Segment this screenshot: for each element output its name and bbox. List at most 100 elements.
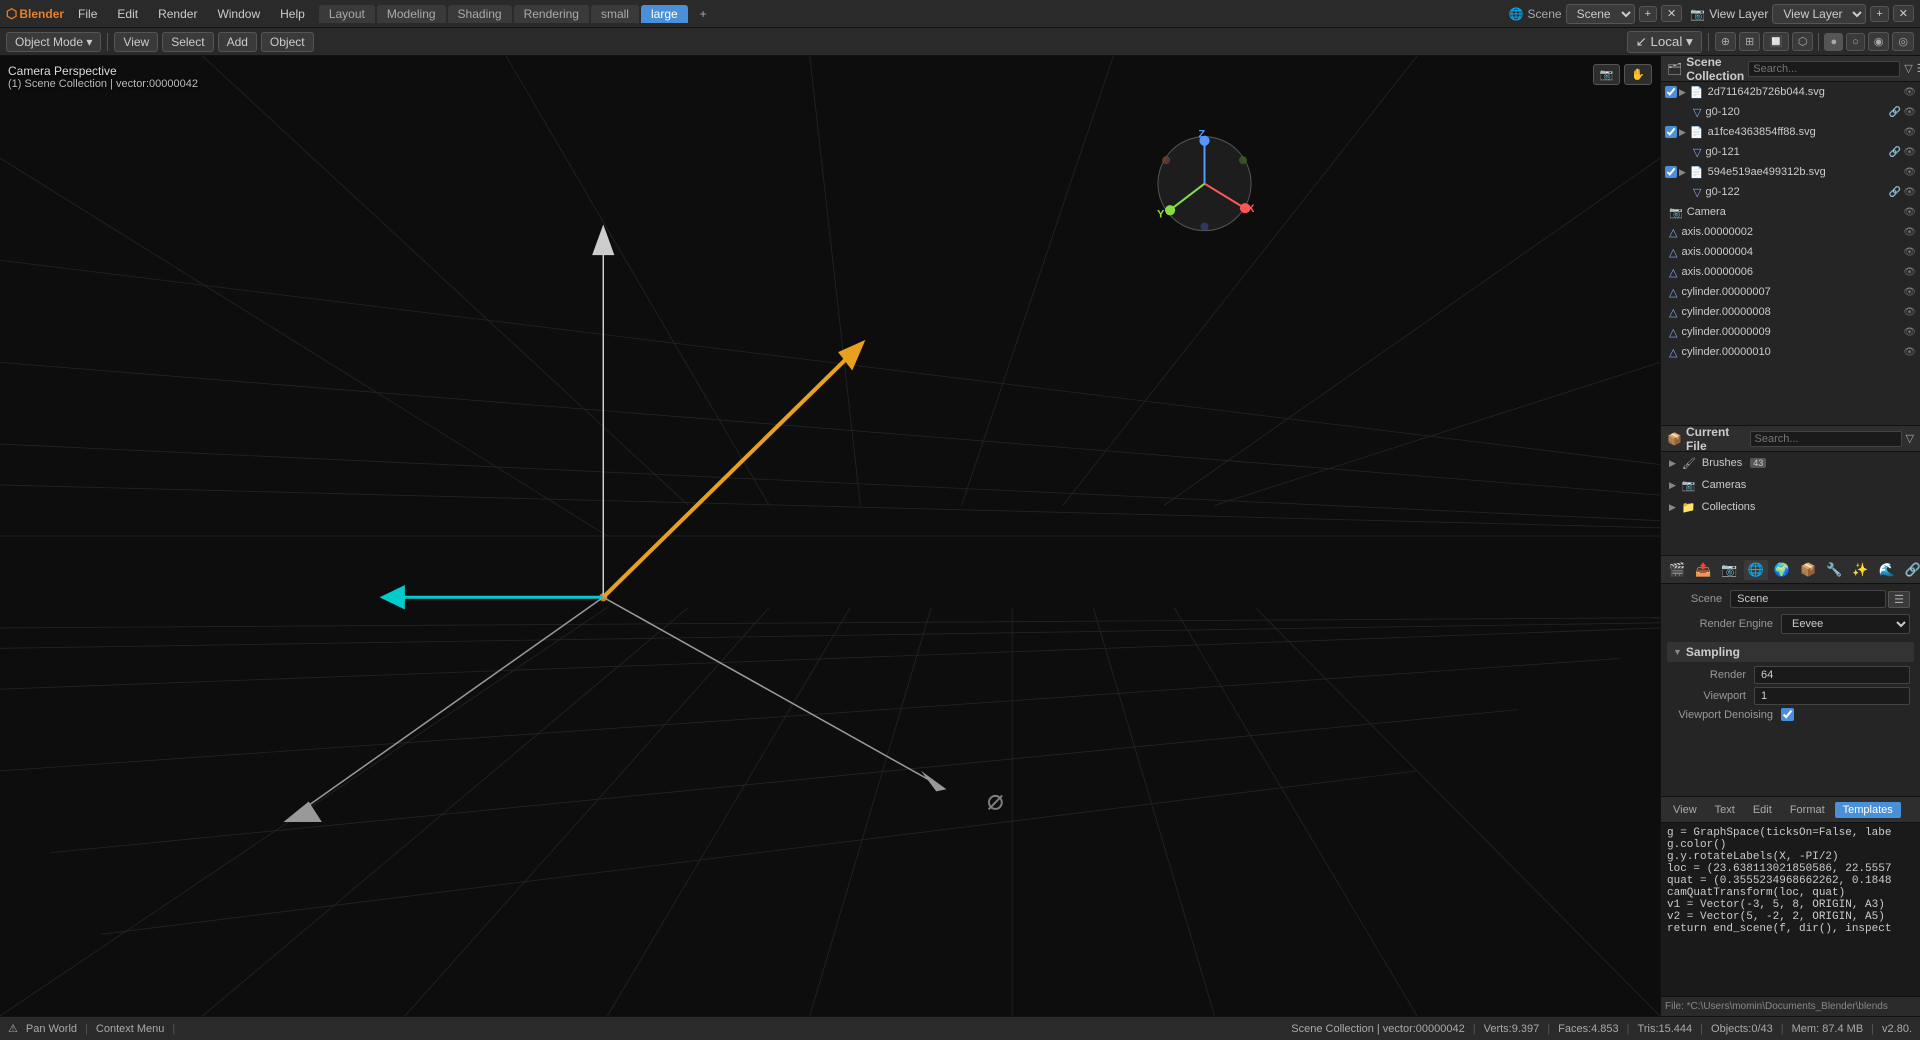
text-editor-content[interactable]: g = GraphSpace(ticksOn=False, labe g.col…	[1661, 823, 1920, 996]
te-tab-view[interactable]: View	[1665, 802, 1705, 818]
menu-render[interactable]: Render	[152, 5, 203, 23]
view-layer-remove-btn[interactable]: ✕	[1893, 5, 1914, 22]
tab-add[interactable]: +	[690, 5, 717, 23]
view-menu[interactable]: View	[114, 32, 158, 52]
props-tab-modifier[interactable]: 🔧	[1822, 560, 1846, 580]
ol-restrict-g0121[interactable]: 🔗	[1889, 147, 1901, 158]
mode-dropdown[interactable]: Object Mode ▾	[6, 32, 101, 52]
ol-eye-cyl10[interactable]: 👁	[1903, 347, 1916, 358]
3d-viewport[interactable]: Camera Perspective (1) Scene Collection …	[0, 56, 1660, 1016]
props-tab-view-layer[interactable]: 📷	[1717, 560, 1741, 580]
scene-name-input[interactable]	[1730, 590, 1886, 608]
transform-global-btn[interactable]: ⊕	[1715, 32, 1736, 51]
ol-item-cyl7[interactable]: △ cylinder.00000007 👁	[1661, 282, 1920, 302]
menu-help[interactable]: Help	[274, 5, 311, 23]
render-samples-input[interactable]	[1754, 666, 1910, 684]
props-tab-output[interactable]: 📤	[1691, 560, 1715, 580]
props-tab-render[interactable]: 🎬	[1665, 560, 1689, 580]
props-tab-constraints[interactable]: 🔗	[1901, 560, 1920, 580]
ol-item-axis4[interactable]: △ axis.00000004 👁	[1661, 242, 1920, 262]
ol-check-svg3[interactable]	[1665, 166, 1677, 178]
proportional-btn[interactable]: ⬡	[1792, 32, 1814, 51]
ol-arrow-svg1[interactable]: ▶	[1679, 87, 1686, 98]
ol-eye-axis2[interactable]: 👁	[1903, 227, 1916, 238]
scene-select[interactable]: Scene	[1566, 4, 1635, 24]
te-tab-text[interactable]: Text	[1707, 802, 1743, 818]
asset-item-brushes[interactable]: ▶ 🖌 Brushes 43	[1661, 452, 1920, 474]
asset-item-collections[interactable]: ▶ 📁 Collections	[1661, 496, 1920, 518]
ol-eye-g0122[interactable]: 👁	[1903, 187, 1916, 198]
ol-item-axis6[interactable]: △ axis.00000006 👁	[1661, 262, 1920, 282]
asset-library-search[interactable]	[1750, 431, 1902, 447]
ol-eye-axis4[interactable]: 👁	[1903, 247, 1916, 258]
menu-file[interactable]: File	[72, 5, 103, 23]
ol-restrict-g0120[interactable]: 🔗	[1889, 107, 1901, 118]
ol-arrow-svg2[interactable]: ▶	[1679, 127, 1686, 138]
ol-check-svg2[interactable]	[1665, 126, 1677, 138]
ol-check-svg1[interactable]	[1665, 86, 1677, 98]
te-tab-edit[interactable]: Edit	[1745, 802, 1780, 818]
scene-remove-btn[interactable]: ✕	[1661, 5, 1682, 22]
ol-restrict-g0122[interactable]: 🔗	[1889, 187, 1901, 198]
ol-item-svg2[interactable]: ▶ 📄 a1fce4363854ff88.svg 👁	[1661, 122, 1920, 142]
viewport-solid-btn[interactable]: ○	[1846, 33, 1865, 51]
te-tab-templates[interactable]: Templates	[1835, 802, 1901, 818]
viewport-local-btn[interactable]: ↙ Local ▾	[1627, 31, 1702, 53]
ol-eye-svg2[interactable]: 👁	[1903, 127, 1916, 138]
snap-btn[interactable]: 🔲	[1763, 32, 1789, 51]
viewport-shading-btn[interactable]: ●	[1824, 33, 1843, 51]
viewport-hand-btn[interactable]: ✋	[1624, 64, 1652, 85]
viewport-samples-input[interactable]	[1754, 687, 1910, 705]
props-tab-scene[interactable]: 🌐	[1744, 560, 1768, 580]
ol-item-cyl9[interactable]: △ cylinder.00000009 👁	[1661, 322, 1920, 342]
viewport-rendered-btn[interactable]: ◉	[1868, 32, 1890, 51]
view-layer-select[interactable]: View Layer	[1772, 4, 1866, 24]
viewport-camera-btn[interactable]: 📷	[1593, 64, 1621, 85]
add-menu[interactable]: Add	[218, 32, 257, 52]
ol-eye-cyl8[interactable]: 👁	[1903, 307, 1916, 318]
ol-eye-cyl9[interactable]: 👁	[1903, 327, 1916, 338]
props-tab-object[interactable]: 📦	[1796, 560, 1820, 580]
ol-eye-camera[interactable]: 👁	[1903, 207, 1916, 218]
ol-item-camera[interactable]: 📷 Camera 👁	[1661, 202, 1920, 222]
te-tab-format[interactable]: Format	[1782, 802, 1833, 818]
tab-rendering[interactable]: Rendering	[514, 5, 589, 23]
ol-eye-svg1[interactable]: 👁	[1903, 87, 1916, 98]
ol-eye-axis6[interactable]: 👁	[1903, 267, 1916, 278]
view-layer-add-btn[interactable]: +	[1870, 6, 1888, 22]
ol-eye-svg3[interactable]: 👁	[1903, 167, 1916, 178]
tab-shading[interactable]: Shading	[448, 5, 512, 23]
tab-layout[interactable]: Layout	[319, 5, 375, 23]
props-tab-physics[interactable]: 🌊	[1875, 560, 1899, 580]
tab-small[interactable]: small	[591, 5, 639, 23]
ol-item-cyl8[interactable]: △ cylinder.00000008 👁	[1661, 302, 1920, 322]
ol-item-svg3[interactable]: ▶ 📄 594e519ae499312b.svg 👁	[1661, 162, 1920, 182]
ol-item-cyl10[interactable]: △ cylinder.00000010 👁	[1661, 342, 1920, 362]
tab-modeling[interactable]: Modeling	[377, 5, 446, 23]
ol-item-axis2[interactable]: △ axis.00000002 👁	[1661, 222, 1920, 242]
render-engine-select[interactable]: Eevee Cycles Workbench	[1781, 614, 1910, 634]
ol-item-svg1[interactable]: ▶ 📄 2d711642b726b044.svg 👁	[1661, 82, 1920, 102]
ol-item-g0121[interactable]: ▽ g0-121 🔗 👁	[1661, 142, 1920, 162]
asset-library-filter-btn[interactable]: ▽	[1906, 432, 1914, 445]
transform-pivot-btn[interactable]: ⊞	[1739, 32, 1760, 51]
tab-large[interactable]: large	[641, 5, 688, 23]
object-menu[interactable]: Object	[261, 32, 314, 52]
sampling-header[interactable]: ▼ Sampling	[1667, 642, 1914, 662]
props-tab-particles[interactable]: ✨	[1848, 560, 1872, 580]
viewport-material-btn[interactable]: ◎	[1892, 32, 1914, 51]
menu-edit[interactable]: Edit	[111, 5, 144, 23]
outliner-filter-btn[interactable]: ▽	[1904, 62, 1912, 75]
ol-arrow-svg3[interactable]: ▶	[1679, 167, 1686, 178]
scene-props-options-btn[interactable]: ☰	[1888, 591, 1910, 608]
ol-item-g0120[interactable]: ▽ g0-120 🔗 👁	[1661, 102, 1920, 122]
scene-add-btn[interactable]: +	[1639, 6, 1657, 22]
menu-window[interactable]: Window	[211, 5, 266, 23]
ol-eye-g0120[interactable]: 👁	[1903, 107, 1916, 118]
select-menu[interactable]: Select	[162, 32, 213, 52]
asset-item-cameras[interactable]: ▶ 📷 Cameras	[1661, 474, 1920, 496]
viewport-denoising-checkbox[interactable]	[1781, 708, 1794, 721]
ol-eye-cyl7[interactable]: 👁	[1903, 287, 1916, 298]
ol-item-g0122[interactable]: ▽ g0-122 🔗 👁	[1661, 182, 1920, 202]
outliner-search[interactable]	[1748, 61, 1900, 77]
